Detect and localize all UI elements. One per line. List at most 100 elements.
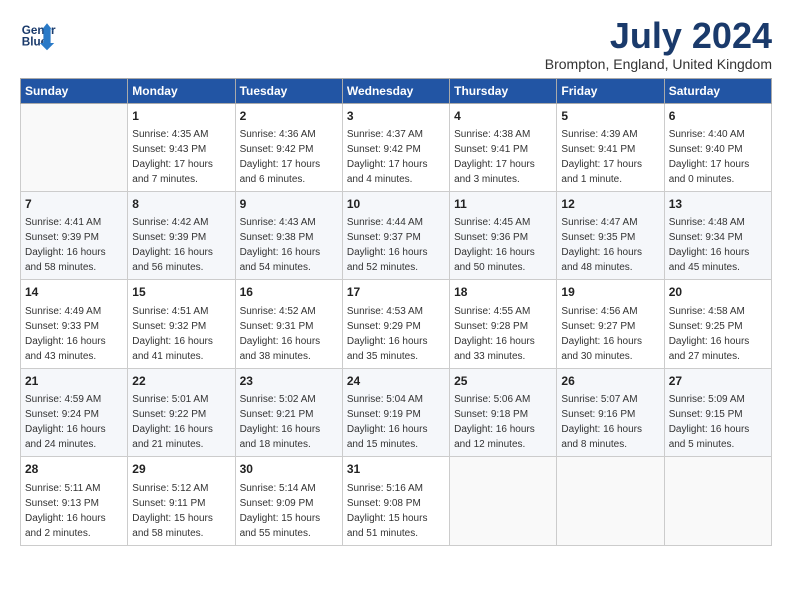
day-info: Sunrise: 5:09 AMSunset: 9:15 PMDaylight:… xyxy=(669,392,767,452)
day-info: Sunrise: 4:52 AMSunset: 9:31 PMDaylight:… xyxy=(240,304,338,364)
day-number: 19 xyxy=(561,284,659,301)
day-number: 24 xyxy=(347,373,445,390)
calendar-cell: 13 Sunrise: 4:48 AMSunset: 9:34 PMDayligh… xyxy=(664,191,771,279)
day-info: Sunrise: 4:36 AMSunset: 9:42 PMDaylight:… xyxy=(240,127,338,187)
col-header-wednesday: Wednesday xyxy=(342,78,449,103)
calendar-week-row: 14 Sunrise: 4:49 AMSunset: 9:33 PMDayligh… xyxy=(21,280,772,368)
day-info: Sunrise: 5:04 AMSunset: 9:19 PMDaylight:… xyxy=(347,392,445,452)
day-info: Sunrise: 4:51 AMSunset: 9:32 PMDaylight:… xyxy=(132,304,230,364)
day-info: Sunrise: 4:40 AMSunset: 9:40 PMDaylight:… xyxy=(669,127,767,187)
calendar-cell: 14 Sunrise: 4:49 AMSunset: 9:33 PMDayligh… xyxy=(21,280,128,368)
calendar-cell: 27 Sunrise: 5:09 AMSunset: 9:15 PMDayligh… xyxy=(664,368,771,456)
calendar-cell xyxy=(664,457,771,545)
calendar-cell: 12Sunrise: 4:47 AMSunset: 9:35 PMDayligh… xyxy=(557,191,664,279)
day-number: 8 xyxy=(132,196,230,213)
day-number: 13 xyxy=(669,196,767,213)
day-info: Sunrise: 5:06 AMSunset: 9:18 PMDaylight:… xyxy=(454,392,552,452)
calendar-cell: 3Sunrise: 4:37 AMSunset: 9:42 PMDaylight… xyxy=(342,103,449,191)
day-info: Sunrise: 4:44 AMSunset: 9:37 PMDaylight:… xyxy=(347,215,445,275)
calendar-cell: 18 Sunrise: 4:55 AMSunset: 9:28 PMDayligh… xyxy=(450,280,557,368)
day-info: Sunrise: 5:07 AMSunset: 9:16 PMDaylight:… xyxy=(561,392,659,452)
day-info: Sunrise: 5:01 AMSunset: 9:22 PMDaylight:… xyxy=(132,392,230,452)
calendar-cell: 30 Sunrise: 5:14 AMSunset: 9:09 PMDayligh… xyxy=(235,457,342,545)
day-info: Sunrise: 4:58 AMSunset: 9:25 PMDaylight:… xyxy=(669,304,767,364)
calendar-cell: 9 Sunrise: 4:43 AMSunset: 9:38 PMDaylight… xyxy=(235,191,342,279)
day-info: Sunrise: 4:55 AMSunset: 9:28 PMDaylight:… xyxy=(454,304,552,364)
day-number: 25 xyxy=(454,373,552,390)
col-header-sunday: Sunday xyxy=(21,78,128,103)
day-info: Sunrise: 4:38 AMSunset: 9:41 PMDaylight:… xyxy=(454,127,552,187)
day-number: 9 xyxy=(240,196,338,213)
day-number: 7 xyxy=(25,196,123,213)
calendar-week-row: 21 Sunrise: 4:59 AMSunset: 9:24 PMDayligh… xyxy=(21,368,772,456)
calendar-cell: 24 Sunrise: 5:04 AMSunset: 9:19 PMDayligh… xyxy=(342,368,449,456)
col-header-saturday: Saturday xyxy=(664,78,771,103)
logo-icon: General Blue xyxy=(20,16,56,52)
day-number: 27 xyxy=(669,373,767,390)
title-block: July 2024 Brompton, England, United King… xyxy=(545,16,772,72)
calendar-cell: 10 Sunrise: 4:44 AMSunset: 9:37 PMDayligh… xyxy=(342,191,449,279)
col-header-thursday: Thursday xyxy=(450,78,557,103)
calendar-cell: 17Sunrise: 4:53 AMSunset: 9:29 PMDayligh… xyxy=(342,280,449,368)
day-number: 5 xyxy=(561,108,659,125)
day-info: Sunrise: 5:11 AMSunset: 9:13 PMDaylight:… xyxy=(25,481,123,541)
calendar-cell: 11Sunrise: 4:45 AMSunset: 9:36 PMDayligh… xyxy=(450,191,557,279)
calendar-cell: 19Sunrise: 4:56 AMSunset: 9:27 PMDayligh… xyxy=(557,280,664,368)
day-number: 16 xyxy=(240,284,338,301)
calendar-cell: 6Sunrise: 4:40 AMSunset: 9:40 PMDaylight… xyxy=(664,103,771,191)
calendar-cell: 25 Sunrise: 5:06 AMSunset: 9:18 PMDayligh… xyxy=(450,368,557,456)
day-info: Sunrise: 4:48 AMSunset: 9:34 PMDaylight:… xyxy=(669,215,767,275)
col-header-monday: Monday xyxy=(128,78,235,103)
calendar-cell: 31 Sunrise: 5:16 AMSunset: 9:08 PMDayligh… xyxy=(342,457,449,545)
day-info: Sunrise: 5:16 AMSunset: 9:08 PMDaylight:… xyxy=(347,481,445,541)
day-info: Sunrise: 5:12 AMSunset: 9:11 PMDaylight:… xyxy=(132,481,230,541)
day-info: Sunrise: 4:43 AMSunset: 9:38 PMDaylight:… xyxy=(240,215,338,275)
calendar-week-row: 1 Sunrise: 4:35 AMSunset: 9:43 PMDaylight… xyxy=(21,103,772,191)
calendar-cell: 21 Sunrise: 4:59 AMSunset: 9:24 PMDayligh… xyxy=(21,368,128,456)
calendar-cell: 7 Sunrise: 4:41 AMSunset: 9:39 PMDaylight… xyxy=(21,191,128,279)
day-number: 1 xyxy=(132,108,230,125)
day-info: Sunrise: 5:02 AMSunset: 9:21 PMDaylight:… xyxy=(240,392,338,452)
day-info: Sunrise: 4:37 AMSunset: 9:42 PMDaylight:… xyxy=(347,127,445,187)
day-info: Sunrise: 4:49 AMSunset: 9:33 PMDaylight:… xyxy=(25,304,123,364)
day-number: 15 xyxy=(132,284,230,301)
day-info: Sunrise: 4:35 AMSunset: 9:43 PMDaylight:… xyxy=(132,127,230,187)
logo: General Blue xyxy=(20,16,56,52)
day-number: 29 xyxy=(132,461,230,478)
day-info: Sunrise: 4:45 AMSunset: 9:36 PMDaylight:… xyxy=(454,215,552,275)
calendar-cell: 8Sunrise: 4:42 AMSunset: 9:39 PMDaylight… xyxy=(128,191,235,279)
calendar-cell: 26 Sunrise: 5:07 AMSunset: 9:16 PMDayligh… xyxy=(557,368,664,456)
calendar-cell: 20Sunrise: 4:58 AMSunset: 9:25 PMDayligh… xyxy=(664,280,771,368)
day-number: 4 xyxy=(454,108,552,125)
calendar-cell: 23Sunrise: 5:02 AMSunset: 9:21 PMDayligh… xyxy=(235,368,342,456)
day-info: Sunrise: 4:53 AMSunset: 9:29 PMDaylight:… xyxy=(347,304,445,364)
calendar-cell xyxy=(21,103,128,191)
day-number: 2 xyxy=(240,108,338,125)
calendar-cell: 29 Sunrise: 5:12 AMSunset: 9:11 PMDayligh… xyxy=(128,457,235,545)
calendar-cell: 28Sunrise: 5:11 AMSunset: 9:13 PMDayligh… xyxy=(21,457,128,545)
day-number: 22 xyxy=(132,373,230,390)
day-number: 14 xyxy=(25,284,123,301)
calendar-cell: 22 Sunrise: 5:01 AMSunset: 9:22 PMDayligh… xyxy=(128,368,235,456)
day-number: 30 xyxy=(240,461,338,478)
day-info: Sunrise: 4:39 AMSunset: 9:41 PMDaylight:… xyxy=(561,127,659,187)
calendar-header-row: SundayMondayTuesdayWednesdayThursdayFrid… xyxy=(21,78,772,103)
main-title: July 2024 xyxy=(545,16,772,56)
calendar-cell xyxy=(450,457,557,545)
day-info: Sunrise: 4:47 AMSunset: 9:35 PMDaylight:… xyxy=(561,215,659,275)
day-number: 26 xyxy=(561,373,659,390)
calendar-week-row: 7 Sunrise: 4:41 AMSunset: 9:39 PMDaylight… xyxy=(21,191,772,279)
day-number: 10 xyxy=(347,196,445,213)
calendar-table: SundayMondayTuesdayWednesdayThursdayFrid… xyxy=(20,78,772,546)
location-subtitle: Brompton, England, United Kingdom xyxy=(545,56,772,72)
calendar-cell: 15 Sunrise: 4:51 AMSunset: 9:32 PMDayligh… xyxy=(128,280,235,368)
col-header-tuesday: Tuesday xyxy=(235,78,342,103)
day-info: Sunrise: 4:41 AMSunset: 9:39 PMDaylight:… xyxy=(25,215,123,275)
day-info: Sunrise: 5:14 AMSunset: 9:09 PMDaylight:… xyxy=(240,481,338,541)
day-number: 21 xyxy=(25,373,123,390)
day-info: Sunrise: 4:59 AMSunset: 9:24 PMDaylight:… xyxy=(25,392,123,452)
calendar-cell: 16 Sunrise: 4:52 AMSunset: 9:31 PMDayligh… xyxy=(235,280,342,368)
day-number: 18 xyxy=(454,284,552,301)
calendar-week-row: 28Sunrise: 5:11 AMSunset: 9:13 PMDayligh… xyxy=(21,457,772,545)
day-number: 31 xyxy=(347,461,445,478)
